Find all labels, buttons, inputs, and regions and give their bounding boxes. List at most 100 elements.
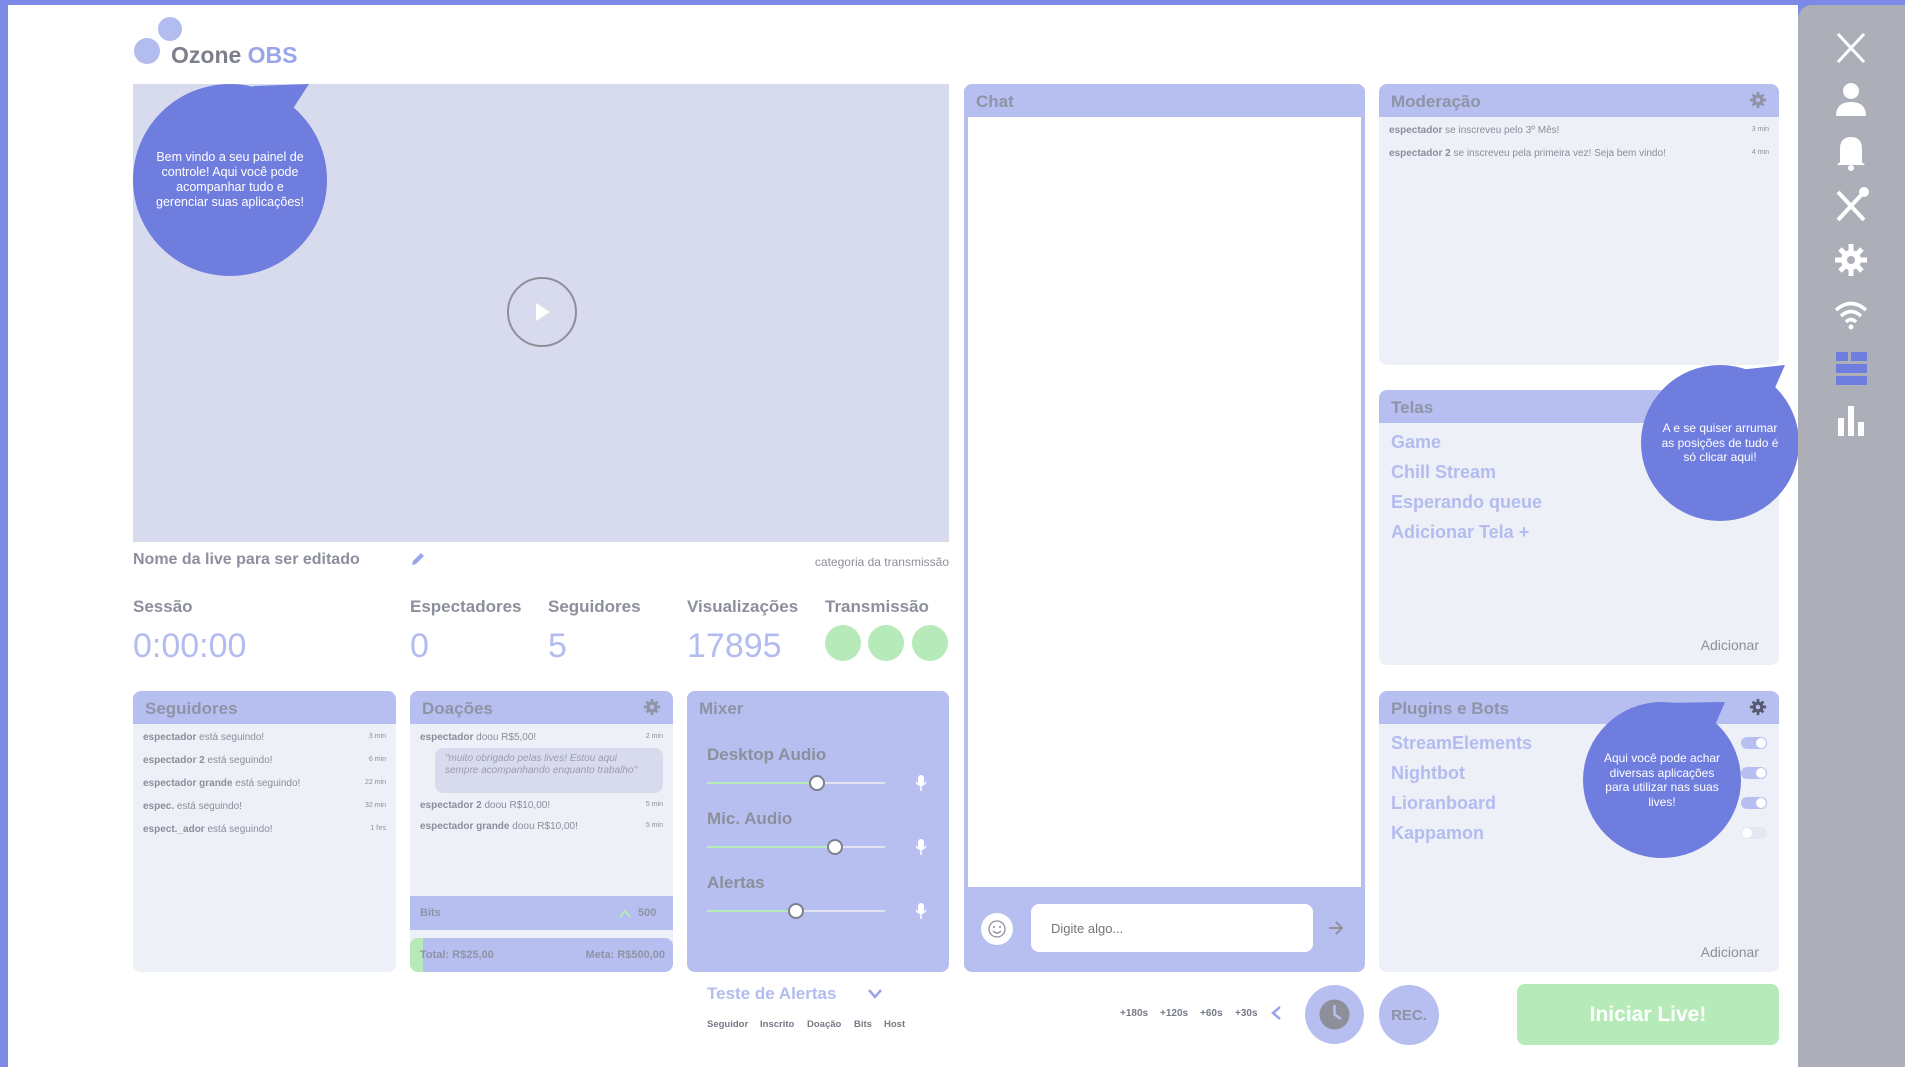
play-button[interactable] [507,277,577,347]
bell-icon[interactable] [1828,130,1874,174]
followers-label: Seguidores [548,597,641,616]
mixer-panel: Mixer Desktop Audio Mic. Audio Alertas [687,691,949,972]
viewers-label: Espectadores [410,597,522,616]
list-item-time: 3 min [368,733,386,740]
alert-tab-donation[interactable]: Doação [807,1019,841,1030]
gear-icon[interactable] [1749,698,1767,716]
session-value: 0:00:00 [133,627,247,665]
alert-tab-bits[interactable]: Bits [854,1019,872,1030]
list-item: espectador grande doou R$10,00! 5 min [420,821,663,832]
welcome-bubble: Bem vindo a seu painel de controle! Aqui… [133,84,327,276]
chat-messages[interactable] [968,117,1361,887]
alerts-slider[interactable] [707,903,885,919]
chat-panel: Chat [964,84,1365,972]
slider-knob[interactable] [827,839,844,855]
send-arrow-icon[interactable] [1327,919,1345,937]
chevron-left-icon[interactable] [1270,1005,1282,1021]
plugin-toggle[interactable] [1741,737,1767,749]
list-item-text: se inscreveu pelo 3º Mês! [1445,125,1560,136]
gear-icon[interactable] [1749,91,1767,109]
list-item-text: está seguindo! [176,801,242,812]
list-item: espectador se inscreveu pelo 3º Mês! 3 mi… [1389,125,1769,136]
list-item-text: está seguindo! [207,755,273,766]
plugins-add-button[interactable]: Adicionar [1701,944,1759,960]
mic-icon[interactable] [915,775,927,791]
list-item-time: 5 min [645,801,663,808]
views-value: 17895 [687,627,782,665]
alert-test-dropdown[interactable]: Teste de Alertas [707,984,836,1004]
list-item: espectador 2 doou R$10,00! 5 min [420,800,663,811]
desktop-audio-slider[interactable] [707,775,885,791]
views-label: Visualizações [687,597,799,616]
donations-panel-title: Doações [410,691,673,724]
record-button[interactable]: REC. [1379,985,1439,1045]
emoji-button[interactable] [981,913,1013,945]
mic-icon[interactable] [915,903,927,919]
close-icon[interactable] [1828,26,1874,70]
list-item-time: 22 min [364,779,386,786]
list-item-user: espectador grande [143,778,233,789]
stream-category[interactable]: categoria da transmissão [700,555,949,569]
list-item: espectador 2 se inscreveu pela primeira … [1389,148,1769,159]
play-icon [536,303,550,321]
user-icon[interactable] [1828,78,1874,122]
clock-icon [1319,999,1350,1030]
list-item-text: está seguindo! [207,824,273,835]
viewers-value: 0 [410,627,429,665]
plugin-toggle[interactable] [1741,797,1767,809]
chevron-down-icon[interactable] [867,988,883,1000]
plugin-toggle[interactable] [1741,767,1767,779]
alert-test-label: Teste de Alertas [707,984,837,1003]
plugin-toggle[interactable] [1741,827,1767,839]
mixer-channel-label: Mic. Audio [707,809,793,828]
logo-accent-text: OBS [247,42,298,68]
mic-icon[interactable] [915,839,927,855]
slider-knob[interactable] [788,903,804,919]
start-live-button[interactable]: Iniciar Live! [1517,984,1779,1045]
alert-tab-subscriber[interactable]: Inscrito [760,1019,794,1030]
timer-120s[interactable]: +120s [1160,1008,1188,1019]
screen-item-chill-stream[interactable]: Chill Stream [1391,462,1496,483]
list-item: espectador grande está seguindo! 22 min [143,778,386,789]
wifi-icon[interactable] [1828,292,1874,336]
list-item-user: espectador [420,732,474,743]
list-item-user: espect._ador [143,824,205,835]
tools-icon[interactable] [1828,184,1874,228]
timer-30s[interactable]: +30s [1235,1008,1258,1019]
slider-fill [707,782,818,784]
donation-goal: Meta: R$500,00 [585,949,666,961]
list-item-time: 2 min [645,733,663,740]
list-item-user: espectador [1389,125,1443,136]
screen-item-esperando-queue[interactable]: Esperando queue [1391,492,1542,513]
layout-icon[interactable] [1828,346,1874,390]
donation-goal-bar: Total: R$25,00 Meta: R$500,00 [410,938,673,972]
edit-icon[interactable] [410,551,426,567]
gear-icon[interactable] [643,698,661,716]
followers-panel-title: Seguidores [133,691,396,724]
timer-180s[interactable]: +180s [1120,1008,1148,1019]
mic-audio-slider[interactable] [707,839,885,855]
list-item-time: 3 min [1751,126,1769,133]
plugin-streamelements[interactable]: StreamElements [1391,733,1532,754]
donations-panel: Doações espectador doou R$5,00! 2 min "mu… [410,691,673,972]
timer-button[interactable] [1305,985,1364,1044]
alert-tab-host[interactable]: Host [884,1019,905,1030]
list-item-text: doou R$10,00! [512,821,578,832]
app-logo: Ozone OBS [171,42,298,69]
alert-tab-follower[interactable]: Seguidor [707,1019,748,1030]
screens-bubble[interactable]: A e se quiser arrumar as posições de tud… [1641,365,1799,521]
slider-knob[interactable] [809,775,826,791]
chart-icon[interactable] [1828,398,1874,442]
screens-add-button[interactable]: Adicionar [1701,637,1759,653]
stream-title[interactable]: Nome da live para ser editado [133,551,360,569]
plugin-lioranboard[interactable]: Lioranboard [1391,793,1496,814]
plugin-kappamon[interactable]: Kappamon [1391,823,1484,844]
list-item-text: está seguindo! [199,732,265,743]
add-screen-link[interactable]: Adicionar Tela + [1391,522,1529,543]
plugin-nightbot[interactable]: Nightbot [1391,763,1465,784]
chat-input[interactable] [1031,904,1313,952]
screen-item-game[interactable]: Game [1391,432,1441,453]
gear-icon[interactable] [1828,238,1874,282]
timer-60s[interactable]: +60s [1200,1008,1223,1019]
list-item-time: 5 min [645,822,663,829]
